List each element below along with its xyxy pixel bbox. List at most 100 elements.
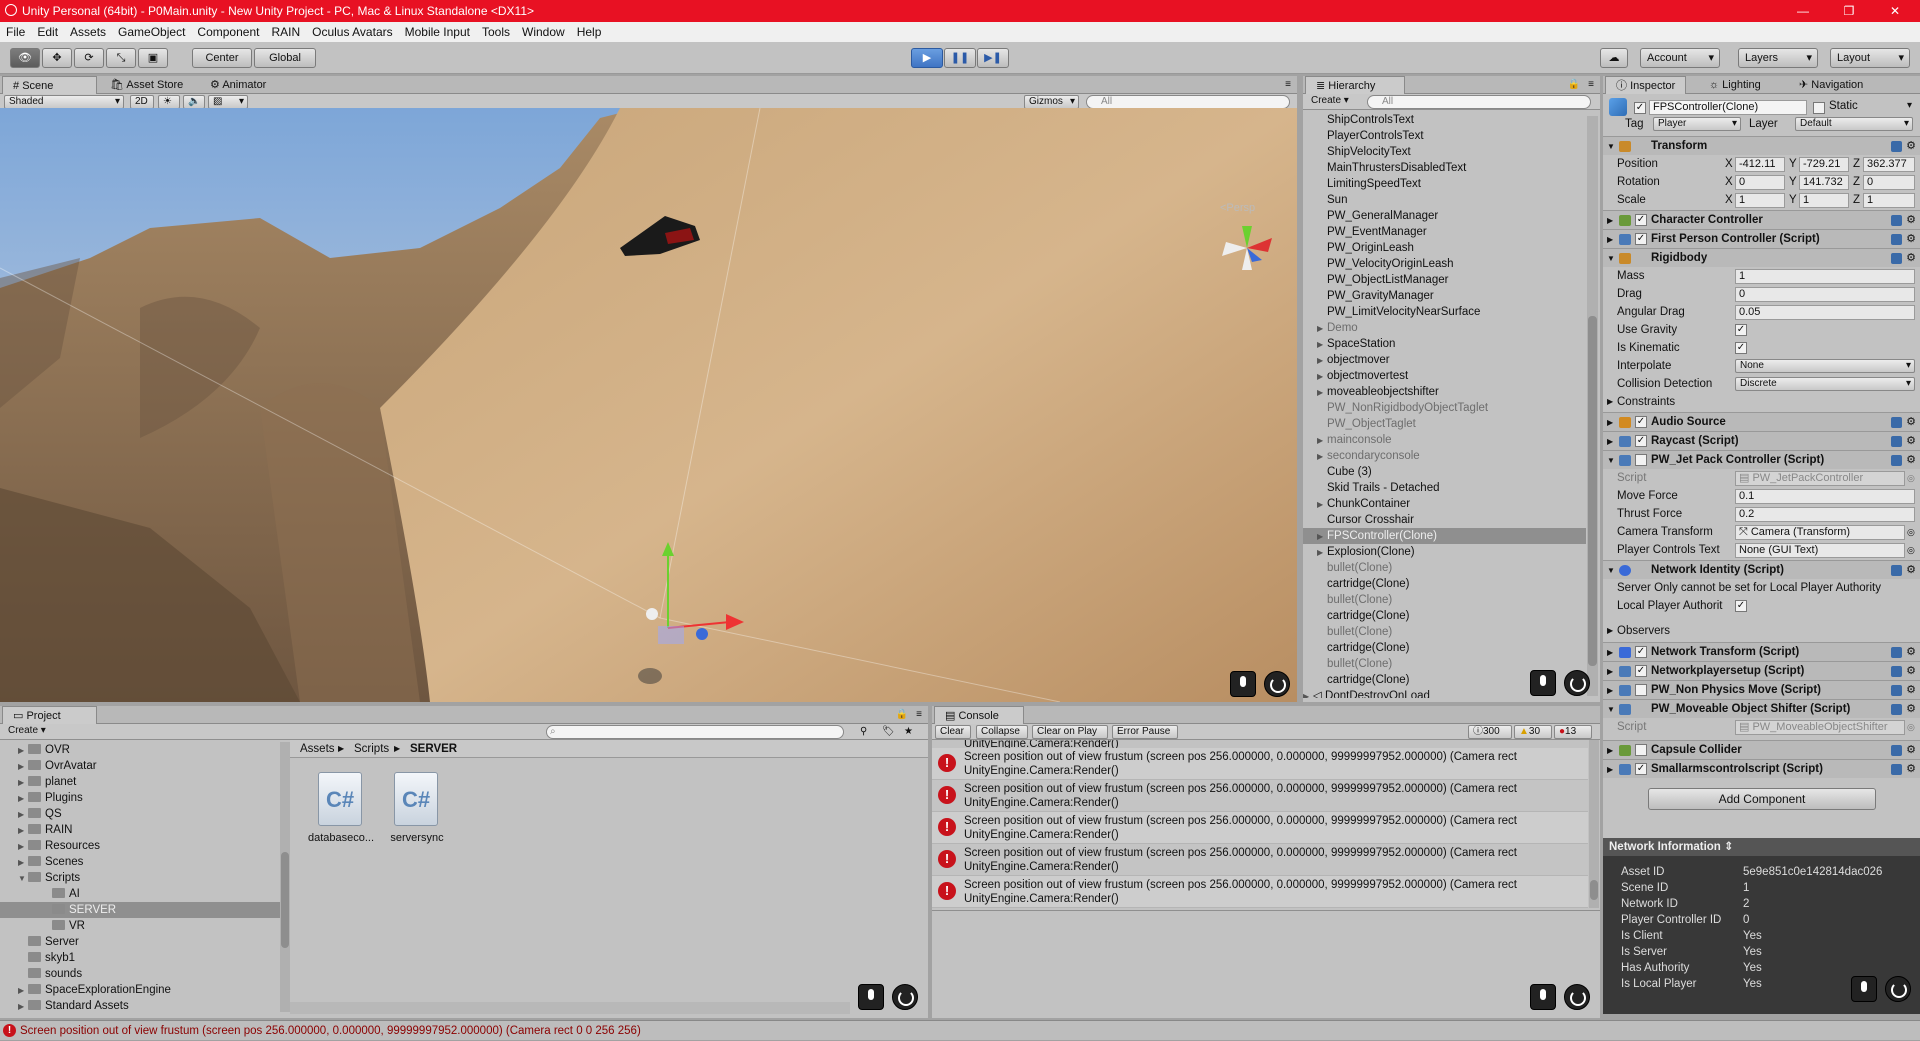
gizmos-dropdown[interactable]: Gizmos ▾	[1024, 95, 1079, 109]
hierarchy-item[interactable]: cartridge(Clone)	[1303, 608, 1586, 624]
project-folder-item[interactable]: ▶ Plugins	[0, 790, 280, 806]
project-folder-item[interactable]: sounds	[0, 966, 280, 982]
log-filter-toggle[interactable]: ⓘ300	[1468, 725, 1512, 739]
jetpack-header[interactable]: ▼ PW_Jet Pack Controller (Script) ⚙	[1603, 450, 1920, 469]
foldout-right-icon[interactable]: ▶	[1317, 433, 1327, 449]
enabled-checkbox[interactable]: ✓	[1635, 646, 1647, 658]
breadcrumb-scripts[interactable]: Scripts	[354, 740, 389, 758]
tab-navigation[interactable]: ✈ Navigation	[1789, 76, 1873, 94]
tab-inspector[interactable]: ⓘ Inspector	[1605, 76, 1687, 94]
hierarchy-item[interactable]: bullet(Clone)	[1303, 560, 1586, 576]
minimize-button[interactable]: —	[1780, 0, 1826, 22]
move-tool-button[interactable]: ✥	[42, 48, 72, 68]
hierarchy-item[interactable]: PW_GravityManager	[1303, 288, 1586, 304]
scale-tool-button[interactable]: ⤡	[106, 48, 136, 68]
gear-icon[interactable]: ⚙	[1906, 681, 1916, 700]
gear-icon[interactable]: ⚙	[1906, 741, 1916, 760]
tab-animator[interactable]: ⚙ Animator	[200, 76, 276, 94]
rotation-y-input[interactable]: 141.732	[1799, 175, 1849, 190]
rotation-x-input[interactable]: 0	[1735, 175, 1785, 190]
observers-row[interactable]: ▶ Observers	[1603, 622, 1920, 640]
scene-view[interactable]: <Persp	[0, 108, 1297, 702]
hierarchy-create-dropdown[interactable]: Create ▾	[1307, 95, 1357, 109]
gear-icon[interactable]: ⚙	[1906, 643, 1916, 662]
foldout-right-icon[interactable]: ▶	[1317, 497, 1327, 513]
project-folder-item[interactable]: AI	[0, 886, 280, 902]
position-x-input[interactable]: -412.11	[1735, 157, 1785, 172]
persp-label[interactable]: <Persp	[1220, 202, 1255, 214]
character-controller-header[interactable]: ▶ ✓ Character Controller ⚙	[1603, 210, 1920, 229]
tab-console[interactable]: ▤ Console	[934, 706, 1024, 724]
hierarchy-item[interactable]: Skid Trails - Detached	[1303, 480, 1586, 496]
lock-icon[interactable]: 🔒	[1568, 79, 1580, 90]
menu-rain[interactable]: RAIN	[265, 22, 306, 42]
account-dropdown[interactable]: Account ▾	[1640, 48, 1720, 68]
foldout-icon[interactable]: ▼	[18, 871, 28, 887]
local-player-checkbox[interactable]: ✓	[1735, 600, 1747, 612]
smallarms-header[interactable]: ▶ ✓ Smallarmscontrolscript (Script) ⚙	[1603, 759, 1920, 778]
foldout-icon[interactable]: ▶	[18, 855, 28, 871]
refresh-icon[interactable]	[1885, 976, 1911, 1002]
target-icon[interactable]: ◎	[1907, 541, 1915, 559]
help-icon[interactable]	[1891, 764, 1902, 775]
refresh-icon[interactable]	[1264, 671, 1290, 697]
tab-hierarchy[interactable]: ≣ Hierarchy	[1305, 76, 1405, 94]
console-error-pause-button[interactable]: Error Pause	[1112, 725, 1178, 739]
foldout-right-icon[interactable]: ▶	[1303, 689, 1313, 698]
hierarchy-item[interactable]: PW_ObjectTaglet	[1303, 416, 1586, 432]
object-name-input[interactable]: FPSController(Clone)	[1649, 100, 1807, 115]
foldout-icon[interactable]: ▶	[18, 839, 28, 855]
hierarchy-item[interactable]: ▶ mainconsole	[1303, 432, 1586, 448]
enabled-checkbox[interactable]: ✓	[1635, 665, 1647, 677]
gear-icon[interactable]: ⚙	[1906, 230, 1916, 249]
layout-dropdown[interactable]: Layout ▾	[1830, 48, 1910, 68]
active-checkbox[interactable]: ✓	[1634, 102, 1646, 114]
help-icon[interactable]	[1891, 565, 1902, 576]
help-icon[interactable]	[1891, 647, 1902, 658]
warning-filter-toggle[interactable]: ▲30	[1514, 725, 1552, 739]
foldout-right-icon[interactable]: ▶	[1317, 353, 1327, 369]
effects-dropdown[interactable]: ▨ ▾	[208, 95, 248, 109]
foldout-icon[interactable]: ▶	[18, 743, 28, 759]
help-icon[interactable]	[1891, 234, 1902, 245]
hierarchy-item[interactable]: PlayerControlsText	[1303, 128, 1586, 144]
tab-asset-store[interactable]: 🛍 Asset Store	[100, 76, 193, 94]
rect-tool-button[interactable]: ▣	[138, 48, 168, 68]
audio-toggle[interactable]: 🔈	[183, 95, 205, 109]
project-folder-item[interactable]: ▶ Standard Assets	[0, 998, 280, 1012]
project-folder-item[interactable]: Server	[0, 934, 280, 950]
raycast-header[interactable]: ▶ ✓ Raycast (Script) ⚙	[1603, 431, 1920, 450]
foldout-icon[interactable]: ▶	[18, 823, 28, 839]
filter-label-icon[interactable]: 🏷	[882, 724, 895, 740]
project-folder-item[interactable]: ▼ Scripts	[0, 870, 280, 886]
console-clear-on-play-button[interactable]: Clear on Play	[1032, 725, 1108, 739]
enabled-checkbox[interactable]: ✓	[1635, 233, 1647, 245]
microphone-icon[interactable]	[1851, 976, 1877, 1002]
menu-component[interactable]: Component	[191, 22, 265, 42]
rigidbody-header[interactable]: ▼ Rigidbody ⚙	[1603, 248, 1920, 267]
breadcrumb-server[interactable]: SERVER	[410, 740, 457, 758]
help-icon[interactable]	[1891, 417, 1902, 428]
enabled-checkbox[interactable]: ✓	[1635, 763, 1647, 775]
menu-file[interactable]: File	[0, 22, 31, 42]
hierarchy-item[interactable]: ▶ SpaceStation	[1303, 336, 1586, 352]
menu-tools[interactable]: Tools	[476, 22, 516, 42]
gear-icon[interactable]: ⚙	[1906, 700, 1916, 719]
2d-toggle[interactable]: 2D	[130, 95, 154, 109]
scale-y-input[interactable]: 1	[1799, 193, 1849, 208]
project-folder-item[interactable]: ▶ OVR	[0, 742, 280, 758]
gear-icon[interactable]: ⚙	[1906, 413, 1916, 432]
enabled-checkbox[interactable]: ✓	[1635, 416, 1647, 428]
collision-dropdown[interactable]: Discrete ▾	[1735, 377, 1915, 391]
menu-help[interactable]: Help	[571, 22, 608, 42]
shading-mode-dropdown[interactable]: Shaded ▾	[4, 95, 124, 109]
networkplayersetup-header[interactable]: ▶ ✓ Networkplayersetup (Script) ⚙	[1603, 661, 1920, 680]
gear-icon[interactable]: ⚙	[1906, 249, 1916, 268]
capsule-collider-header[interactable]: ▶ Capsule Collider ⚙	[1603, 740, 1920, 759]
play-button[interactable]: ▶	[911, 48, 943, 68]
console-scroll-thumb[interactable]	[1590, 880, 1598, 900]
tag-dropdown[interactable]: Player ▾	[1653, 117, 1741, 131]
pause-button[interactable]: ❚❚	[944, 48, 976, 68]
foldout-icon[interactable]: ▶	[18, 983, 28, 999]
hierarchy-item[interactable]: ▶ secondaryconsole	[1303, 448, 1586, 464]
